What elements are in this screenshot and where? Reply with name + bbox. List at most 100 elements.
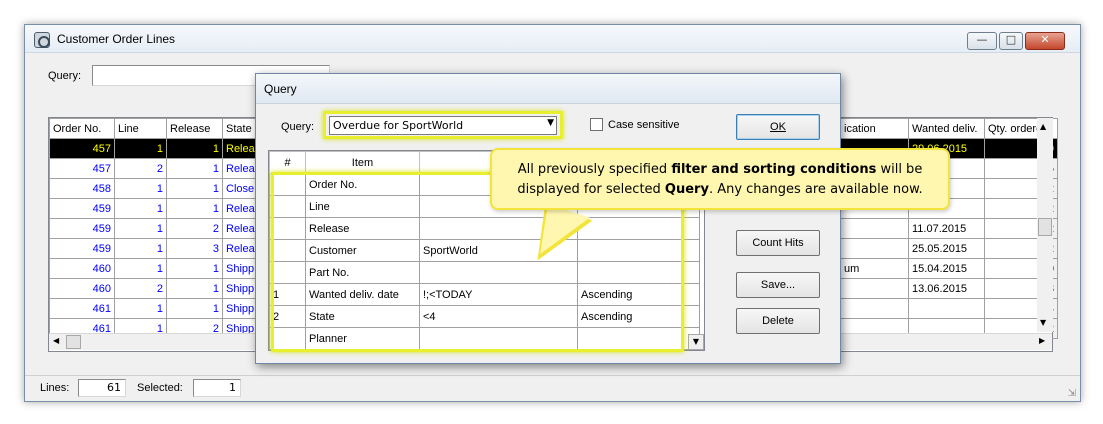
cell-release[interactable]: 2: [166, 218, 223, 239]
cell-wanted-deliv[interactable]: 11.07.2015: [908, 218, 985, 239]
table-row-right[interactable]: um15.04.201510: [840, 258, 1058, 279]
scroll-left-icon[interactable]: ◀: [53, 336, 59, 345]
callout-text-1: All previously specified: [517, 162, 672, 177]
selected-label: Selected:: [137, 382, 183, 394]
minimize-icon[interactable]: —: [967, 32, 997, 50]
cell-wanted-deliv[interactable]: 13.06.2015: [908, 278, 985, 299]
cell-release[interactable]: 1: [166, 138, 223, 159]
cell-order-no[interactable]: 459: [49, 198, 115, 219]
table-row[interactable]: 459 1 3 Relea: [49, 238, 282, 259]
col-header-item[interactable]: Item: [305, 151, 420, 174]
cell-line[interactable]: 1: [114, 198, 167, 219]
cell-order-no[interactable]: 460: [49, 278, 115, 299]
dialog-query-label: Query:: [281, 121, 315, 133]
table-row-right[interactable]: 13.06.20158: [840, 278, 1058, 299]
cell-wanted-deliv[interactable]: 15.04.2015: [908, 258, 985, 279]
cell-release[interactable]: 1: [166, 298, 223, 319]
table-row[interactable]: 461 1 1 Shipp: [49, 298, 282, 319]
window-title: Customer Order Lines: [57, 32, 176, 46]
query-scroll-down-icon[interactable]: ▼: [688, 334, 704, 350]
query-label: Query:: [48, 70, 82, 82]
resize-grip-icon[interactable]: ⇲: [1068, 388, 1076, 399]
cell-specification[interactable]: [840, 278, 909, 299]
cell-specification[interactable]: um: [840, 258, 909, 279]
cell-release[interactable]: 1: [166, 278, 223, 299]
table-row[interactable]: 457 1 1 Relea: [49, 138, 282, 159]
help-callout: All previously specified filter and sort…: [490, 148, 950, 210]
scroll-down-icon[interactable]: ▼: [1040, 318, 1046, 327]
callout-bold-1: filter and sorting conditions: [671, 162, 877, 177]
col-header-number[interactable]: #: [269, 151, 306, 174]
cell-line[interactable]: 1: [114, 238, 167, 259]
cell-order-no[interactable]: 459: [49, 218, 115, 239]
title-bar: Customer Order Lines — □ ✕: [25, 25, 1080, 53]
query-highlight: Overdue for SportWorld ▼: [323, 111, 563, 139]
col-header-specification[interactable]: ication: [840, 118, 909, 139]
ok-button[interactable]: OK: [736, 114, 820, 140]
cell-order-no[interactable]: 461: [49, 298, 115, 319]
scroll-right-icon[interactable]: ▶: [1039, 336, 1045, 345]
cell-order-no[interactable]: 458: [49, 178, 115, 199]
cell-order-no[interactable]: 457: [49, 138, 115, 159]
cell-order-no[interactable]: 457: [49, 158, 115, 179]
app-gear-icon: [34, 32, 50, 48]
col-header-wanted-deliv[interactable]: Wanted deliv.: [908, 118, 985, 139]
cell-specification[interactable]: [840, 298, 909, 319]
cell-specification[interactable]: [840, 218, 909, 239]
table-row[interactable]: 459 1 2 Relea: [49, 218, 282, 239]
cell-release[interactable]: 1: [166, 258, 223, 279]
table-row-right[interactable]: 11.07.201512: [840, 218, 1058, 239]
close-icon[interactable]: ✕: [1025, 32, 1065, 50]
table-row[interactable]: 460 2 1 Shipp: [49, 278, 282, 299]
table-row[interactable]: 460 1 1 Shipp: [49, 258, 282, 279]
query-dialog-title: Query: [264, 82, 297, 96]
table-row[interactable]: 459 1 1 Relea: [49, 198, 282, 219]
cell-line[interactable]: 1: [114, 218, 167, 239]
vertical-scroll-thumb[interactable]: [1038, 218, 1052, 236]
count-hits-button[interactable]: Count Hits: [736, 230, 820, 256]
cell-order-no[interactable]: 460: [49, 258, 115, 279]
status-bar: Lines: 61 Selected: 1 ⇲: [25, 375, 1080, 401]
case-sensitive-label: Case sensitive: [608, 119, 680, 131]
lines-label: Lines:: [40, 382, 70, 394]
selected-count: 1: [193, 379, 241, 397]
cell-line[interactable]: 2: [114, 278, 167, 299]
table-row[interactable]: 458 1 1 Close: [49, 178, 282, 199]
cell-line[interactable]: 1: [114, 258, 167, 279]
scroll-up-icon[interactable]: ▲: [1040, 122, 1046, 131]
grid-header-row: Order No. Line Release State: [49, 118, 282, 139]
cell-release[interactable]: 1: [166, 198, 223, 219]
table-row-right[interactable]: 25.05.201512: [840, 238, 1058, 259]
cell-line[interactable]: 1: [114, 138, 167, 159]
save-button[interactable]: Save...: [736, 272, 820, 298]
cell-order-no[interactable]: 459: [49, 238, 115, 259]
cell-wanted-deliv[interactable]: [908, 298, 985, 319]
cell-wanted-deliv[interactable]: 25.05.2015: [908, 238, 985, 259]
table-row-right[interactable]: 4: [840, 298, 1058, 319]
delete-button[interactable]: Delete: [736, 308, 820, 334]
query-select[interactable]: Overdue for SportWorld ▼: [329, 116, 557, 135]
query-dialog-title-bar: Query: [256, 74, 840, 104]
horizontal-scroll-thumb[interactable]: [66, 335, 81, 349]
cell-release[interactable]: 1: [166, 178, 223, 199]
table-row[interactable]: 457 2 1 Relea: [49, 158, 282, 179]
col-header-order-no[interactable]: Order No.: [49, 118, 115, 139]
callout-text-3: . Any changes are available now.: [708, 182, 923, 197]
cell-specification[interactable]: [840, 238, 909, 259]
cell-release[interactable]: 3: [166, 238, 223, 259]
query-select-value: Overdue for SportWorld: [333, 119, 464, 132]
ok-button-label: OK: [770, 121, 786, 133]
cell-line[interactable]: 2: [114, 158, 167, 179]
col-header-line[interactable]: Line: [114, 118, 167, 139]
cell-release[interactable]: 1: [166, 158, 223, 179]
lines-count: 61: [78, 379, 126, 397]
cell-line[interactable]: 1: [114, 178, 167, 199]
grid-header-row-right: ication Wanted deliv. Qty. ordered: [840, 118, 1058, 139]
maximize-icon[interactable]: □: [999, 32, 1023, 50]
order-lines-table: Order No. Line Release State 457 1 1 Relea 4…: [49, 118, 282, 339]
col-header-release[interactable]: Release: [166, 118, 223, 139]
cell-line[interactable]: 1: [114, 298, 167, 319]
dropdown-arrow-icon[interactable]: ▼: [547, 118, 554, 128]
case-sensitive-checkbox[interactable]: [590, 118, 603, 131]
vertical-scrollbar[interactable]: ▲ ▼: [1037, 118, 1053, 332]
